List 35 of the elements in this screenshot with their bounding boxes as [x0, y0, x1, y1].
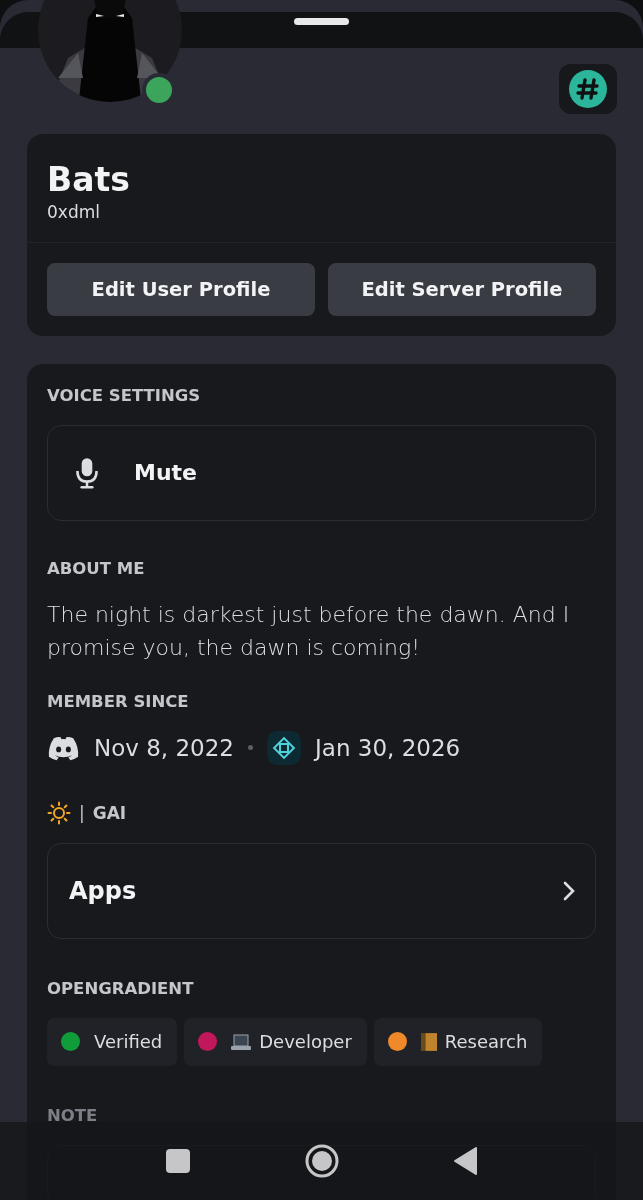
game-controller-icon [47, 734, 80, 761]
laptop-icon [231, 1032, 252, 1051]
role-label: Research [444, 1031, 528, 1053]
member-since-date: Jan 30, 2026 [315, 734, 461, 761]
sun-icon [47, 800, 71, 825]
role-chip[interactable]: Verified [47, 1017, 178, 1066]
chevron-right-icon [563, 880, 575, 901]
role-label: Developer [259, 1031, 352, 1053]
drag-handle[interactable] [294, 18, 349, 25]
display-name: Bats [47, 160, 131, 200]
about-me-text: The night is darkest just before the dawn. And I promise you, the dawn is coming! [47, 600, 571, 662]
section-heading: ABOUT ME [47, 558, 146, 578]
mute-button[interactable]: Mute [47, 424, 596, 521]
edit-profile-button[interactable]: Edit Server Profile [328, 262, 596, 316]
section-heading: MEMBER SINCE [47, 691, 190, 711]
recents-icon[interactable] [165, 1149, 190, 1173]
home-icon[interactable] [304, 1144, 339, 1178]
role-chip[interactable]: Research [373, 1017, 543, 1066]
back-icon[interactable] [453, 1147, 478, 1175]
section-heading: OPENGRADIENT [47, 978, 195, 998]
hashtag-icon [568, 69, 608, 109]
section-heading: VOICE SETTINGS [47, 385, 202, 405]
separator: | [79, 802, 85, 823]
microphone-icon [74, 455, 100, 490]
role-label: Verified [94, 1031, 163, 1053]
edit-profile-button[interactable]: Edit User Profile [47, 262, 315, 316]
member-since-date: Nov 8, 2022 [94, 734, 234, 761]
server-tag-button[interactable] [559, 64, 617, 114]
book-icon [420, 1031, 437, 1052]
section-heading: NOTE [47, 1105, 99, 1125]
apps-row[interactable]: Apps [47, 842, 596, 939]
role-chip[interactable]: Developer [184, 1017, 367, 1066]
username: 0xdml [47, 201, 101, 222]
server-icon [267, 730, 301, 765]
server-tag-text: GAI [92, 802, 127, 823]
